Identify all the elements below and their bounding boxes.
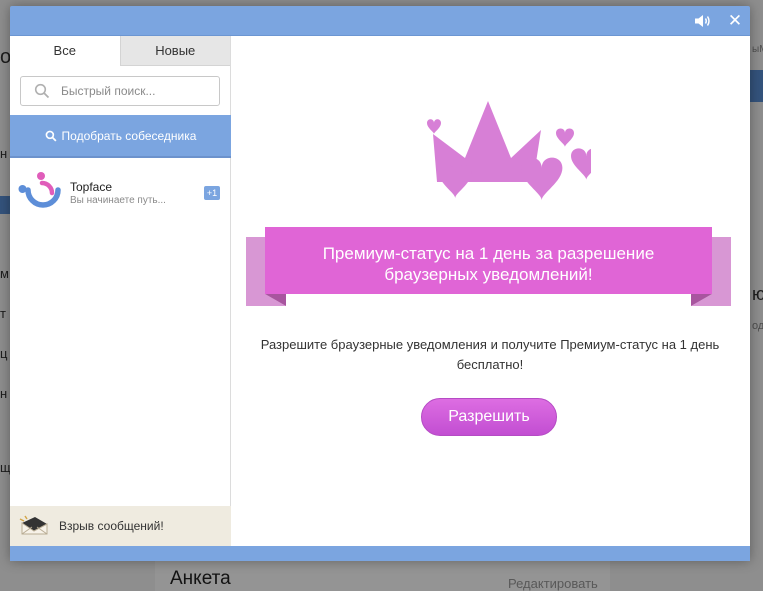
tab-all[interactable]: Все xyxy=(10,36,120,66)
modal-titlebar: ✕ xyxy=(10,6,750,35)
speaker-icon[interactable] xyxy=(694,12,712,30)
contact-item[interactable]: Topface Вы начинаете путь... +1 xyxy=(10,166,231,216)
dialogs-tabs: Все Новые xyxy=(10,36,230,66)
crown-with-hearts-icon xyxy=(427,101,591,201)
quick-search-input[interactable] xyxy=(61,84,201,98)
premium-promo: Премиум-статус на 1 день за разрешение б… xyxy=(231,36,750,546)
search-box xyxy=(20,76,220,106)
contact-name: Topface xyxy=(70,180,113,194)
allow-notifications-button[interactable]: Разрешить xyxy=(421,398,557,436)
modal-bottom-bar xyxy=(10,546,750,561)
topface-logo-avatar xyxy=(18,172,61,208)
contact-preview: Вы начинаете путь... xyxy=(70,195,166,206)
close-icon[interactable]: ✕ xyxy=(726,12,744,30)
unread-badge: +1 xyxy=(204,186,220,200)
message-blast-label: Взрыв сообщений! xyxy=(59,519,164,533)
search-icon xyxy=(34,83,50,99)
find-partner-label: Подобрать собеседника xyxy=(61,128,197,143)
message-blast-button[interactable]: Взрыв сообщений! xyxy=(10,506,231,546)
dialogs-sidebar: Все Новые Подобрать собеседника xyxy=(10,36,231,546)
search-icon xyxy=(45,130,57,142)
modal-body: Все Новые Подобрать собеседника xyxy=(10,35,750,546)
messages-modal: ✕ Все Новые Подобрать собеседник xyxy=(10,6,750,561)
envelope-icon xyxy=(19,515,48,535)
tab-new[interactable]: Новые xyxy=(119,36,230,66)
premium-offer-description: Разрешите браузерные уведомления и получ… xyxy=(260,337,720,372)
premium-offer-title: Премиум-статус на 1 день за разрешение б… xyxy=(322,244,655,284)
find-partner-button[interactable]: Подобрать собеседника xyxy=(10,115,231,158)
